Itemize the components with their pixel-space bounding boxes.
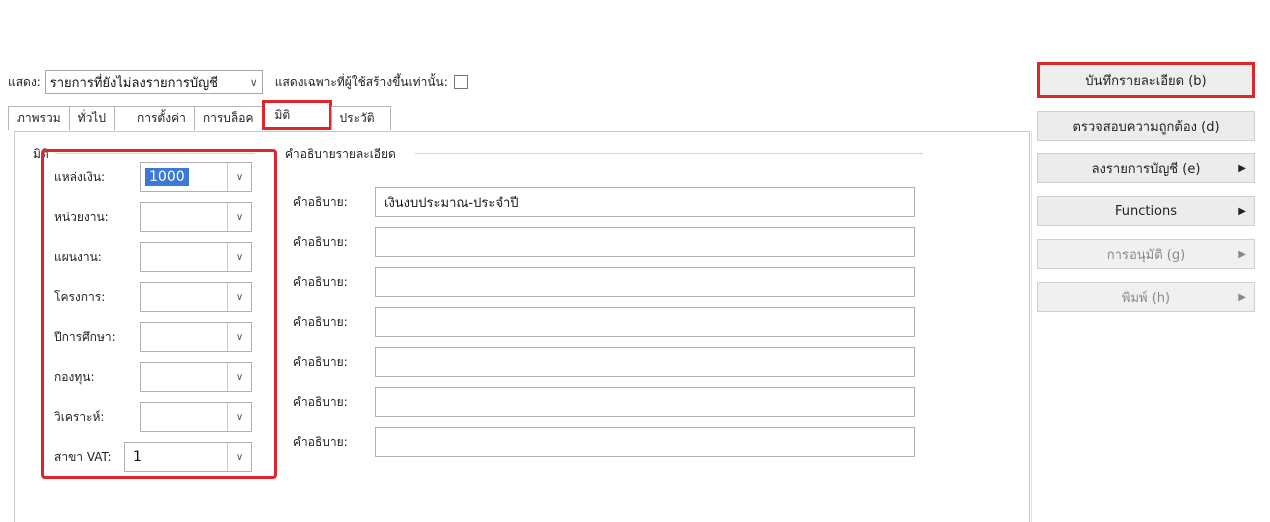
- dimension-combo-academic-year[interactable]: ∨: [140, 322, 252, 352]
- submenu-arrow-icon: ▶: [1238, 248, 1246, 260]
- dimension-value[interactable]: 1: [125, 449, 227, 465]
- descriptions-group-title: คำอธิบายรายละเอียด: [285, 145, 402, 164]
- dimensions-highlight-box: แหล่งเงิน: 1000 ∨ หน่วยงาน: ∨ แผนงาน: ∨ …: [41, 149, 277, 479]
- dimension-row-fund: กองทุน: ∨: [54, 362, 252, 392]
- dimension-combo-unit[interactable]: ∨: [140, 202, 252, 232]
- button-label: บันทึกรายละเอียด (b): [1085, 73, 1207, 89]
- dimension-row-project: โครงการ: ∨: [54, 282, 252, 312]
- description-input-project[interactable]: [375, 307, 915, 337]
- post-button[interactable]: ลงรายการบัญชี (e) ▶: [1037, 153, 1255, 183]
- description-input-unit[interactable]: [375, 227, 915, 257]
- dimension-label: โครงการ:: [54, 289, 106, 304]
- chevron-down-icon[interactable]: ∨: [227, 203, 251, 231]
- dimension-row-vat-branch: สาขา VAT: 1 ∨: [54, 442, 252, 472]
- description-row: คำอธิบาย:: [293, 307, 915, 337]
- tab-settings[interactable]: การตั้งค่า: [113, 106, 195, 130]
- tab-label: ทั่วไป: [77, 111, 106, 125]
- tab-history[interactable]: ประวัติ: [330, 106, 391, 130]
- chevron-down-icon[interactable]: ∨: [227, 243, 251, 271]
- chevron-down-icon[interactable]: ∨: [227, 163, 251, 191]
- button-label: ตรวจสอบความถูกต้อง (d): [1072, 119, 1220, 135]
- description-input-plan[interactable]: [375, 267, 915, 297]
- chevron-down-icon[interactable]: ∨: [227, 283, 251, 311]
- chevron-down-icon[interactable]: ∨: [227, 363, 251, 391]
- dimensions-panel: มิติ คำอธิบายรายละเอียด แหล่งเงิน: 1000 …: [14, 131, 1030, 522]
- description-input-academic-year[interactable]: [375, 347, 915, 377]
- description-label: คำอธิบาย:: [293, 354, 348, 369]
- tab-label: มิติ: [274, 107, 291, 122]
- submenu-arrow-icon: ▶: [1238, 205, 1246, 217]
- description-label: คำอธิบาย:: [293, 194, 348, 209]
- dimension-label: กองทุน:: [54, 369, 95, 384]
- dimension-row-source: แหล่งเงิน: 1000 ∨: [54, 162, 252, 192]
- show-select[interactable]: รายการที่ยังไม่ลงรายการบัญชี ∨: [44, 70, 263, 94]
- dimension-value[interactable]: 1000: [145, 168, 189, 186]
- submenu-arrow-icon: ▶: [1238, 162, 1246, 174]
- tab-dimensions[interactable]: มิติ: [261, 100, 332, 130]
- functions-button[interactable]: Functions ▶: [1037, 196, 1255, 226]
- dimension-combo-fund[interactable]: ∨: [140, 362, 252, 392]
- descriptions-group-line: [415, 153, 923, 154]
- dimension-row-analysis: วิเคราะห์: ∨: [54, 402, 252, 432]
- print-button[interactable]: พิมพ์ (h) ▶: [1037, 282, 1255, 312]
- own-only-checkbox[interactable]: [453, 75, 468, 89]
- description-row: คำอธิบาย:: [293, 427, 915, 457]
- chevron-down-icon[interactable]: ∨: [227, 403, 251, 431]
- dimension-row-unit: หน่วยงาน: ∨: [54, 202, 252, 232]
- description-label: คำอธิบาย:: [293, 394, 348, 409]
- validate-button[interactable]: ตรวจสอบความถูกต้อง (d): [1037, 111, 1255, 141]
- chevron-down-icon: ∨: [249, 75, 258, 89]
- right-divider: [1031, 131, 1032, 522]
- description-row: คำอธิบาย:: [293, 227, 915, 257]
- dimension-row-plan: แผนงาน: ∨: [54, 242, 252, 272]
- dimension-label: แหล่งเงิน:: [54, 169, 106, 184]
- chevron-down-icon[interactable]: ∨: [227, 443, 251, 471]
- tab-general[interactable]: ทั่วไป: [68, 106, 115, 130]
- description-label: คำอธิบาย:: [293, 274, 348, 289]
- tab-blocking[interactable]: การบล็อค: [193, 106, 263, 130]
- show-filter-row: แสดง: รายการที่ยังไม่ลงรายการบัญชี ∨ แสด…: [8, 69, 468, 95]
- dimension-combo-analysis[interactable]: ∨: [140, 402, 252, 432]
- description-label: คำอธิบาย:: [293, 434, 348, 449]
- description-input-analysis[interactable]: [375, 427, 915, 457]
- dimension-combo-project[interactable]: ∨: [140, 282, 252, 312]
- top-strip: [0, 0, 1270, 60]
- button-label: ลงรายการบัญชี (e): [1091, 161, 1201, 177]
- description-row: คำอธิบาย:: [293, 347, 915, 377]
- dimension-label: แผนงาน:: [54, 249, 102, 264]
- tab-strip: ภาพรวม ทั่วไป การตั้งค่า การบล็อค มิติ ป…: [8, 100, 391, 130]
- dimension-combo-plan[interactable]: ∨: [140, 242, 252, 272]
- own-only-label: แสดงเฉพาะที่ผู้ใช้สร้างขึ้นเท่านั้น:: [274, 74, 448, 89]
- button-label: Functions: [1114, 203, 1178, 219]
- dimension-combo-source[interactable]: 1000 ∨: [140, 162, 252, 192]
- approval-button[interactable]: การอนุมัติ (g) ▶: [1037, 239, 1255, 269]
- dimension-row-academic-year: ปีการศึกษา: ∨: [54, 322, 252, 352]
- tab-label: การตั้งค่า: [136, 111, 186, 125]
- dimension-label: สาขา VAT:: [54, 449, 112, 464]
- tab-label: การบล็อค: [202, 111, 254, 125]
- submenu-arrow-icon: ▶: [1238, 291, 1246, 303]
- save-details-button[interactable]: บันทึกรายละเอียด (b): [1037, 62, 1255, 98]
- tab-label: ภาพรวม: [17, 111, 61, 125]
- button-label: พิมพ์ (h): [1121, 290, 1171, 306]
- dimension-label: ปีการศึกษา:: [54, 329, 116, 344]
- dimension-label: หน่วยงาน:: [54, 209, 109, 224]
- description-row: คำอธิบาย:: [293, 387, 915, 417]
- show-select-value: รายการที่ยังไม่ลงรายการบัญชี: [49, 75, 218, 91]
- description-input-source[interactable]: เงินงบประมาณ-ประจำปี: [375, 187, 915, 217]
- dimension-label: วิเคราะห์:: [54, 409, 105, 424]
- dimension-combo-vat-branch[interactable]: 1 ∨: [124, 442, 252, 472]
- description-input-fund[interactable]: [375, 387, 915, 417]
- description-label: คำอธิบาย:: [293, 314, 348, 329]
- description-row: คำอธิบาย:: [293, 267, 915, 297]
- chevron-down-icon[interactable]: ∨: [227, 323, 251, 351]
- show-label: แสดง:: [8, 74, 41, 89]
- description-row: คำอธิบาย: เงินงบประมาณ-ประจำปี: [293, 187, 915, 217]
- tab-label: ประวัติ: [339, 111, 375, 125]
- button-label: การอนุมัติ (g): [1106, 247, 1186, 263]
- tab-overview[interactable]: ภาพรวม: [8, 106, 70, 130]
- description-label: คำอธิบาย:: [293, 234, 348, 249]
